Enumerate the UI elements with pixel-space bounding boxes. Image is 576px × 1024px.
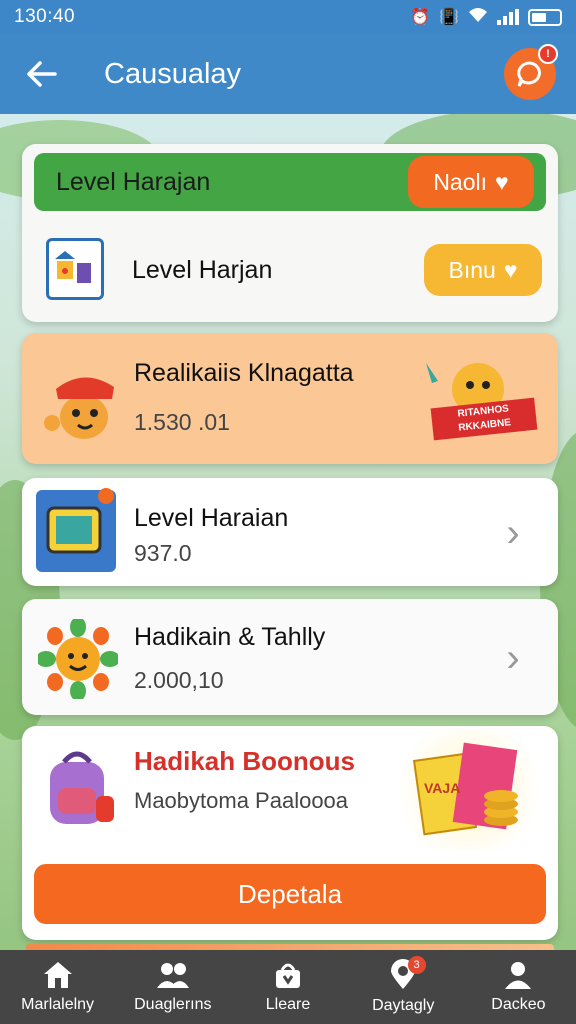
notification-badge: 3 xyxy=(407,956,426,974)
mascot-icon xyxy=(44,377,114,439)
chat-badge: ! xyxy=(538,44,558,64)
deposit-button[interactable]: Depetala xyxy=(34,864,546,924)
people-icon xyxy=(156,963,189,988)
nav-item-location[interactable]: 3 Daytagly xyxy=(346,950,461,1024)
app-bar: Causualay ! xyxy=(0,34,576,114)
status-bar: 130:40 ⏰ 📳 xyxy=(0,0,576,34)
home-icon xyxy=(43,962,72,988)
signal-icon xyxy=(497,9,519,25)
nav-item-store[interactable]: Lleare xyxy=(230,950,345,1024)
level-secondary-button[interactable]: Bınu ♥ xyxy=(424,244,542,296)
sun-flower-icon xyxy=(38,619,118,699)
game-console-icon xyxy=(36,488,116,572)
nav-item-label: Dackeo xyxy=(491,996,546,1013)
nav-item-home[interactable]: Marlalelny xyxy=(0,950,115,1024)
item-title: Realikaiis Klnagatta xyxy=(134,359,354,387)
level-secondary-label: Bınu xyxy=(448,256,496,283)
level-action-label: Naolı xyxy=(433,168,488,195)
bottom-nav: Marlalelny Duaglerıns Lleare 3 Daytagly … xyxy=(0,950,576,1024)
list-item[interactable]: Realikaiis Klnagatta 1.530 .01 RITANHOS … xyxy=(22,333,558,464)
back-arrow-icon xyxy=(27,61,57,87)
level-row-label: Level Harajan xyxy=(56,168,211,196)
level-action-button[interactable]: Naolı ♥ xyxy=(408,156,534,208)
item-value: 1.530 .01 xyxy=(134,409,230,435)
status-icons: ⏰ 📳 xyxy=(410,7,562,28)
level-card: Level Harajan Naolı ♥ Level Harjan Bınu … xyxy=(22,144,558,322)
item-value: 937.0 xyxy=(134,540,192,566)
backpack-icon xyxy=(50,751,114,824)
level-row-label: Level Harjan xyxy=(132,256,273,284)
bonus-card: Hadikah Boonous Maobytoma Paaloooa VAJA … xyxy=(22,726,558,940)
status-time: 130:40 xyxy=(14,6,76,27)
chevron-right-icon[interactable]: › xyxy=(496,638,530,678)
item-value: 2.000,10 xyxy=(134,667,224,693)
chat-button[interactable]: ! xyxy=(504,44,558,100)
back-button[interactable] xyxy=(12,44,72,104)
battery-icon xyxy=(528,8,562,26)
vibrate-icon: 📳 xyxy=(439,9,459,26)
heart-icon: ♥ xyxy=(503,256,518,283)
nav-item-label: Duaglerıns xyxy=(134,996,212,1013)
nav-item-profile[interactable]: Dackeo xyxy=(461,950,576,1024)
list-item[interactable]: Level Haraian 937.0 › xyxy=(22,478,558,586)
store-icon xyxy=(276,963,300,988)
nav-item-label: Lleare xyxy=(265,996,311,1013)
heart-icon: ♥ xyxy=(495,168,509,195)
alarm-icon: ⏰ xyxy=(410,9,431,26)
bonus-pack-icon: VAJA xyxy=(394,730,544,850)
item-title: Level Haraian xyxy=(134,504,289,532)
bonus-pack-text: VAJA xyxy=(424,780,461,796)
level-tile-icon xyxy=(46,238,104,300)
chat-icon xyxy=(517,61,541,87)
bonus-subtitle: Maobytoma Paaloooa xyxy=(134,788,349,813)
page-title: Causualay xyxy=(104,57,242,90)
level-row-green[interactable]: Level Harajan Naolı ♥ xyxy=(34,153,546,211)
nav-item-label: Daytagly xyxy=(372,997,435,1014)
nav-item-people[interactable]: Duaglerıns xyxy=(115,950,230,1024)
profile-icon xyxy=(505,962,532,989)
mascot-badge-icon: RITANHOS RKKAIBNE xyxy=(418,353,538,445)
chevron-right-icon[interactable]: › xyxy=(496,513,530,553)
list-item[interactable]: Hadikain & Tahlly 2.000,10 › xyxy=(22,599,558,715)
nav-item-label: Marlalelny xyxy=(21,996,95,1013)
bonus-title: Hadikah Boonous xyxy=(134,746,356,776)
wifi-icon xyxy=(468,7,488,28)
item-title: Hadikain & Tahlly xyxy=(134,623,326,651)
